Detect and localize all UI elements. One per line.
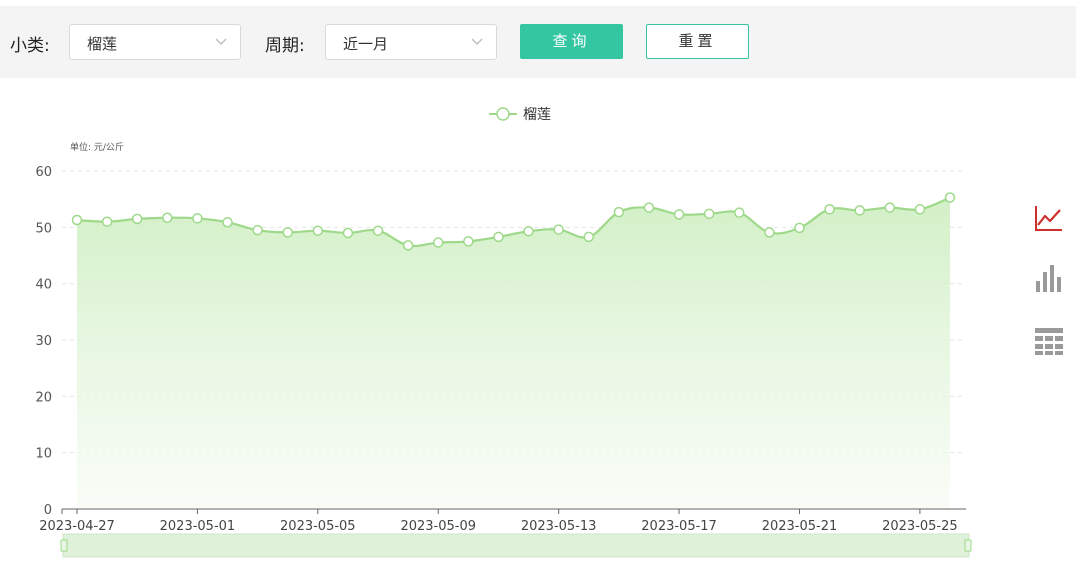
zoom-handle-left[interactable] xyxy=(60,539,68,552)
legend-marker xyxy=(496,107,510,121)
y-tick-label: 0 xyxy=(44,503,52,518)
data-point[interactable] xyxy=(463,236,474,247)
data-point[interactable] xyxy=(854,205,865,216)
data-zoom-slider[interactable] xyxy=(60,533,972,558)
data-point[interactable] xyxy=(222,217,233,228)
x-tick-label: 2023-05-09 xyxy=(400,519,476,534)
data-point[interactable] xyxy=(944,192,956,203)
x-tick-label: 2023-05-01 xyxy=(160,519,236,534)
query-button[interactable]: 查询 xyxy=(520,24,623,59)
y-tick-label: 30 xyxy=(35,334,52,349)
data-point[interactable] xyxy=(101,216,113,227)
table-icon[interactable] xyxy=(1034,326,1064,356)
chevron-down-icon xyxy=(215,38,227,45)
data-point[interactable] xyxy=(252,224,263,236)
y-tick-label: 60 xyxy=(35,165,52,180)
data-point[interactable] xyxy=(734,207,745,218)
period-label: 周期: xyxy=(265,36,305,56)
y-axis: 0 10 20 30 40 50 60 xyxy=(35,165,52,518)
legend-label: 榴莲 xyxy=(523,107,551,123)
series-area xyxy=(77,197,950,509)
bar-chart-icon[interactable] xyxy=(1034,264,1064,294)
chevron-down-icon xyxy=(471,38,483,45)
data-point[interactable] xyxy=(372,225,384,236)
y-tick-label: 40 xyxy=(35,278,52,293)
y-tick-label: 50 xyxy=(35,221,52,236)
data-point[interactable] xyxy=(402,240,414,251)
line-chart-icon[interactable] xyxy=(1034,203,1064,233)
zoom-range[interactable] xyxy=(62,533,970,558)
data-point[interactable] xyxy=(673,209,685,220)
data-point[interactable] xyxy=(71,214,83,226)
chart-legend[interactable]: 榴莲 xyxy=(489,107,551,123)
period-select[interactable]: 近一月 xyxy=(325,24,497,60)
data-point[interactable] xyxy=(162,212,173,224)
data-point[interactable] xyxy=(884,202,896,213)
data-point[interactable] xyxy=(282,227,293,238)
data-point[interactable] xyxy=(312,225,324,236)
data-point[interactable] xyxy=(643,202,655,213)
data-point[interactable] xyxy=(764,227,775,238)
x-tick-label: 2023-05-17 xyxy=(641,519,717,534)
data-point[interactable] xyxy=(523,226,534,237)
x-tick-label: 2023-05-25 xyxy=(882,519,958,534)
price-chart: 榴莲 单位: 元/公斤 0102030405060 2023-04-27 2023… xyxy=(35,107,972,558)
x-tick-label: 2023-05-13 xyxy=(521,519,597,534)
unit-label: 单位: 元/公斤 xyxy=(70,141,124,153)
x-tick-label: 2023-04-27 xyxy=(39,519,115,534)
reset-button[interactable]: 重置 xyxy=(646,24,749,59)
data-point[interactable] xyxy=(432,237,444,248)
y-tick-label: 10 xyxy=(35,447,52,462)
data-point[interactable] xyxy=(131,213,143,225)
zoom-handle-right[interactable] xyxy=(964,539,972,552)
x-tick-label: 2023-05-05 xyxy=(280,519,356,534)
y-tick-label: 20 xyxy=(35,390,52,405)
data-point[interactable] xyxy=(192,213,203,224)
category-select-value: 榴莲 xyxy=(87,35,118,53)
data-point[interactable] xyxy=(794,222,805,234)
category-select[interactable]: 榴莲 xyxy=(69,24,241,60)
data-point[interactable] xyxy=(583,231,595,243)
data-point[interactable] xyxy=(914,204,926,215)
category-label: 小类: xyxy=(10,36,50,56)
data-point[interactable] xyxy=(493,231,504,243)
x-axis: 2023-04-27 2023-05-01 2023-05-05 2023-05-09… xyxy=(39,508,966,534)
data-point[interactable] xyxy=(553,224,564,235)
data-point[interactable] xyxy=(613,206,625,218)
x-tick-label: 2023-05-21 xyxy=(762,519,838,534)
period-select-value: 近一月 xyxy=(343,35,389,53)
data-point[interactable] xyxy=(824,204,835,215)
data-point[interactable] xyxy=(703,208,715,220)
data-point[interactable] xyxy=(342,227,354,239)
